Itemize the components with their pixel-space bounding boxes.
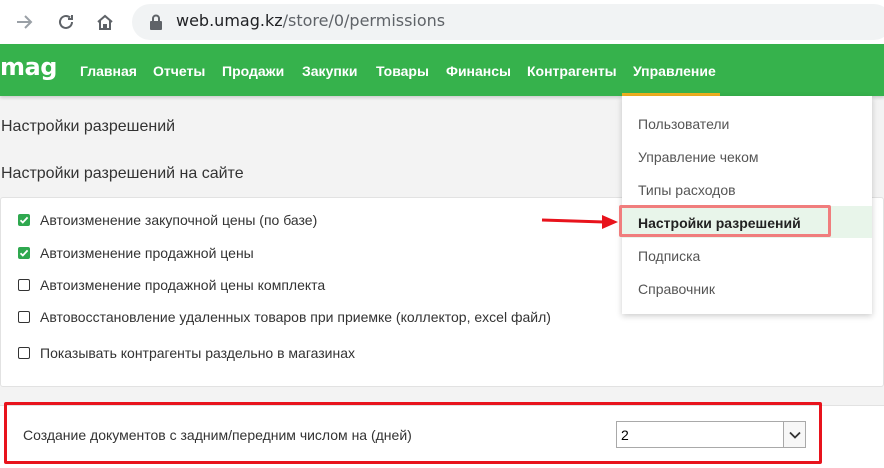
option-label: Показывать контрагенты раздельно в магаз… <box>40 345 356 361</box>
app-header: mag Главная Отчеты Продажи Закупки Товар… <box>0 44 884 96</box>
highlight-frame <box>4 402 822 464</box>
forward-icon[interactable] <box>12 10 36 34</box>
menu-item-goods[interactable]: Товары <box>376 63 429 79</box>
dropdown-item-directory[interactable]: Справочник <box>638 281 715 297</box>
option-auto-sale-price[interactable]: Автоизменение продажной цены <box>18 245 254 261</box>
url-path: /store/0/permissions <box>282 11 446 30</box>
annotation-arrow-icon <box>541 215 618 229</box>
url-text[interactable]: web.umag.kz/store/0/permissions <box>176 11 445 30</box>
page-title: Настройки разрешений <box>1 118 176 135</box>
browser-toolbar: web.umag.kz/store/0/permissions <box>0 0 884 44</box>
checkbox-checked[interactable] <box>18 214 30 226</box>
menu-item-management[interactable]: Управление <box>633 63 716 79</box>
option-label: Автоизменение закупочной цены (по базе) <box>40 212 318 228</box>
option-separate-contractors[interactable]: Показывать контрагенты раздельно в магаз… <box>18 345 355 361</box>
option-label: Автоизменение продажной цены <box>40 245 254 261</box>
checkbox-checked[interactable] <box>18 247 30 259</box>
menu-item-purchases[interactable]: Закупки <box>302 63 357 79</box>
option-auto-restore-goods[interactable]: Автовосстановление удаленных товаров при… <box>18 309 551 325</box>
checkbox-unchecked[interactable] <box>18 347 30 359</box>
checkbox-unchecked[interactable] <box>18 279 30 291</box>
url-host: web.umag.kz <box>176 11 283 30</box>
home-icon[interactable] <box>93 10 117 34</box>
menu-item-contractors[interactable]: Контрагенты <box>527 63 617 79</box>
highlight-frame <box>619 205 831 237</box>
management-dropdown: Пользователи Управление чеком Типы расхо… <box>619 96 872 314</box>
lock-icon[interactable] <box>144 10 168 34</box>
option-label: Автовосстановление удаленных товаров при… <box>40 309 551 325</box>
menu-item-finance[interactable]: Финансы <box>446 63 511 79</box>
section-title: Настройки разрешений на сайте <box>1 165 244 182</box>
menu-item-sales[interactable]: Продажи <box>222 63 284 79</box>
logo[interactable]: mag <box>0 53 57 81</box>
option-auto-purchase-price[interactable]: Автоизменение закупочной цены (по базе) <box>18 212 317 228</box>
option-auto-kit-price[interactable]: Автоизменение продажной цены комплекта <box>18 277 325 293</box>
checkbox-unchecked[interactable] <box>18 311 30 323</box>
menu-item-home[interactable]: Главная <box>80 63 137 79</box>
reload-icon[interactable] <box>54 10 78 34</box>
menu-item-reports[interactable]: Отчеты <box>153 63 205 79</box>
dropdown-item-receipt-management[interactable]: Управление чеком <box>638 149 759 165</box>
dropdown-item-users[interactable]: Пользователи <box>638 116 729 132</box>
dropdown-item-subscription[interactable]: Подписка <box>638 248 700 264</box>
dropdown-item-expense-types[interactable]: Типы расходов <box>638 182 736 198</box>
option-label: Автоизменение продажной цены комплекта <box>40 277 326 293</box>
